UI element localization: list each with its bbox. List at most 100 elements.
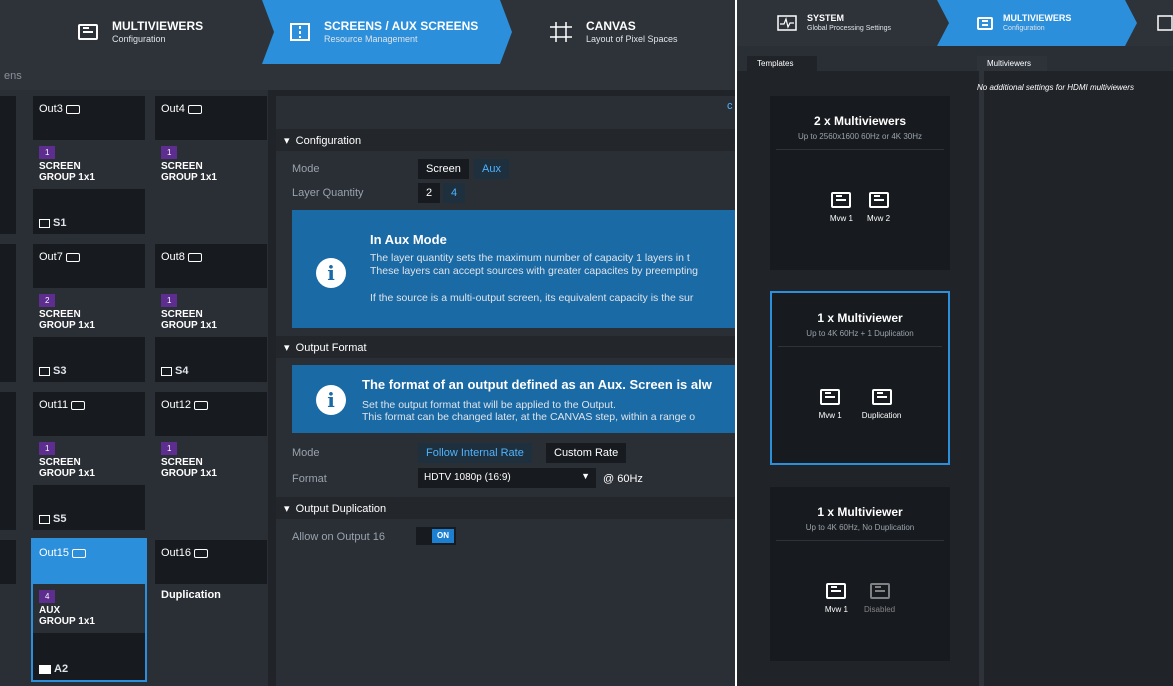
template-title: 2 x Multiviewers xyxy=(813,114,907,128)
tab-title: MULTIVIEWERS xyxy=(112,19,204,33)
template-title: 1 x Multiviewer xyxy=(817,311,903,325)
output-card-out4[interactable]: Out4 1 SCREEN GROUP 1x1 xyxy=(155,96,267,234)
multiviewers-panel: SYSTEM Global Processing Settings MULTIVI… xyxy=(737,0,1173,686)
output-card-out8[interactable]: Out8 1 SCREEN GROUP 1x1 S4 xyxy=(155,244,267,382)
section-output-format[interactable]: ▾ Output Format xyxy=(276,336,735,358)
capacity-badge: 4 xyxy=(39,590,56,603)
monitor-icon xyxy=(871,389,892,405)
section-configuration[interactable]: ▾ Configuration xyxy=(276,129,735,151)
monitor-icon xyxy=(65,104,80,114)
output-format-info-box: i The format of an output defined as an … xyxy=(292,365,735,433)
output-group: GROUP 1x1 xyxy=(39,320,95,331)
output-name: Out11 xyxy=(39,399,69,411)
output-group: GROUP 1x1 xyxy=(39,172,95,183)
layer-option-2[interactable]: 2 xyxy=(418,183,441,203)
output-card[interactable] xyxy=(0,244,16,382)
screens-panel: MULTIVIEWERS Configuration SCREENS / AUX … xyxy=(0,0,735,686)
section-title: Output Format xyxy=(295,342,367,354)
tab-system[interactable]: SYSTEM Global Processing Settings xyxy=(777,0,937,46)
custom-rate-option[interactable]: Custom Rate xyxy=(546,443,627,463)
info-text: These layers can accept sources with gre… xyxy=(370,265,698,277)
monitor-label: Duplication xyxy=(861,411,902,420)
top-navigation: SYSTEM Global Processing Settings MULTIVI… xyxy=(737,0,1173,46)
duplication-toggle[interactable]: ON xyxy=(416,527,456,545)
output-card[interactable] xyxy=(0,540,16,584)
template-subtitle: Up to 2560x1600 60Hz or 4K 30Hz xyxy=(776,132,944,150)
screen-group-icon xyxy=(39,514,50,524)
aux-monitor-icon xyxy=(39,664,51,674)
output-card-out11[interactable]: Out11 1 SCREEN GROUP 1x1 S5 xyxy=(33,392,145,530)
screens-icon xyxy=(1157,15,1173,31)
monitor-icon xyxy=(187,252,202,262)
output-name: Out15 xyxy=(39,547,69,559)
layer-quantity-label: Layer Quantity xyxy=(292,187,364,199)
template-card-dual[interactable]: 2 x Multiviewers Up to 2560x1600 60Hz or… xyxy=(770,96,950,270)
template-card-single[interactable]: 1 x Multiviewer Up to 4K 60Hz, No Duplic… xyxy=(770,487,950,661)
info-text: This format can be changed later, at the… xyxy=(362,411,696,423)
follow-internal-rate-option[interactable]: Follow Internal Rate xyxy=(418,443,532,463)
output-name: Out8 xyxy=(161,251,185,263)
output-card-out12[interactable]: Out12 1 SCREEN GROUP 1x1 xyxy=(155,392,267,530)
output-card-out16[interactable]: Out16 Duplication xyxy=(155,540,267,680)
screen-id: S1 xyxy=(53,217,67,229)
tab-multiviewers[interactable]: MULTIVIEWERS Configuration xyxy=(78,0,248,64)
output-name: Out3 xyxy=(39,103,63,115)
output-name: Out12 xyxy=(161,399,191,411)
tab-title: SYSTEM xyxy=(807,12,845,23)
output-group: GROUP 1x1 xyxy=(161,172,217,183)
template-subtitle: Up to 4K 60Hz + 1 Duplication xyxy=(778,329,942,347)
info-text: Set the output format that will be appli… xyxy=(362,399,616,411)
mode-screen-option[interactable]: Screen xyxy=(418,159,469,179)
info-title: The format of an output defined as an Au… xyxy=(362,377,712,392)
section-output-duplication[interactable]: ▾ Output Duplication xyxy=(276,497,735,519)
output-group: GROUP 1x1 xyxy=(39,468,95,479)
monitor-icon xyxy=(820,389,841,405)
output-type: AUX xyxy=(39,605,61,616)
monitor-label: Mvw 1 xyxy=(824,605,848,614)
tab-multiviewers-list[interactable]: Multiviewers xyxy=(977,56,1047,71)
template-card-duplication[interactable]: 1 x Multiviewer Up to 4K 60Hz + 1 Duplic… xyxy=(770,291,950,465)
breadcrumb: ens xyxy=(0,64,735,90)
output-group: GROUP 1x1 xyxy=(161,468,217,479)
capacity-badge: 1 xyxy=(39,146,56,159)
info-text: If the source is a multi-output screen, … xyxy=(370,292,694,304)
canvas-grid-icon xyxy=(550,22,572,42)
output-type: SCREEN xyxy=(161,457,203,468)
monitor-icon xyxy=(65,252,80,262)
monitor-icon xyxy=(868,192,889,208)
template-subtitle: Up to 4K 60Hz, No Duplication xyxy=(776,523,944,541)
system-icon xyxy=(777,15,797,31)
tab-subtitle: Resource Management xyxy=(324,34,418,44)
capacity-badge: 2 xyxy=(39,294,56,307)
section-title: Output Duplication xyxy=(295,503,387,515)
screen-id: S4 xyxy=(175,365,189,377)
output-card-out7[interactable]: Out7 2 SCREEN GROUP 1x1 S3 xyxy=(33,244,145,382)
info-icon: i xyxy=(316,258,346,288)
tab-screens-aux[interactable]: SCREENS / AUX SCREENS Resource Management xyxy=(262,0,512,64)
output-type: SCREEN xyxy=(39,161,81,172)
output-card[interactable] xyxy=(0,392,16,530)
capacity-badge: 1 xyxy=(161,294,178,307)
output-card-out15[interactable]: Out15 4 AUX GROUP 1x1 A2 xyxy=(33,540,145,680)
tab-multiviewers[interactable]: MULTIVIEWERS Configuration xyxy=(937,0,1137,46)
screen-group-icon xyxy=(161,366,172,376)
chevron-down-icon: ▼ xyxy=(581,471,590,481)
top-navigation: MULTIVIEWERS Configuration SCREENS / AUX … xyxy=(0,0,735,64)
monitor-icon xyxy=(78,24,98,40)
frame-rate: @ 60Hz xyxy=(603,473,643,485)
output-card[interactable] xyxy=(0,96,16,234)
layer-option-4[interactable]: 4 xyxy=(443,183,466,203)
disabled-monitor-icon xyxy=(869,583,890,599)
monitor-icon xyxy=(831,192,852,208)
truncated-link[interactable]: c xyxy=(727,100,733,112)
output-card-out3[interactable]: Out3 1 SCREEN GROUP 1x1 S1 xyxy=(33,96,145,234)
mode-aux-option[interactable]: Aux xyxy=(474,159,509,179)
capacity-badge: 1 xyxy=(161,442,178,455)
multiviewer-note: No additional settings for HDMI multivie… xyxy=(977,83,1134,92)
tab-templates[interactable]: Templates xyxy=(747,56,817,71)
format-select[interactable]: HDTV 1080p (16:9) ▼ xyxy=(418,468,596,488)
monitor-label: Disabled xyxy=(863,605,896,614)
template-title: 1 x Multiviewer xyxy=(817,505,903,519)
tab-canvas[interactable]: CANVAS Layout of Pixel Spaces xyxy=(550,0,730,64)
capacity-badge: 1 xyxy=(39,442,56,455)
